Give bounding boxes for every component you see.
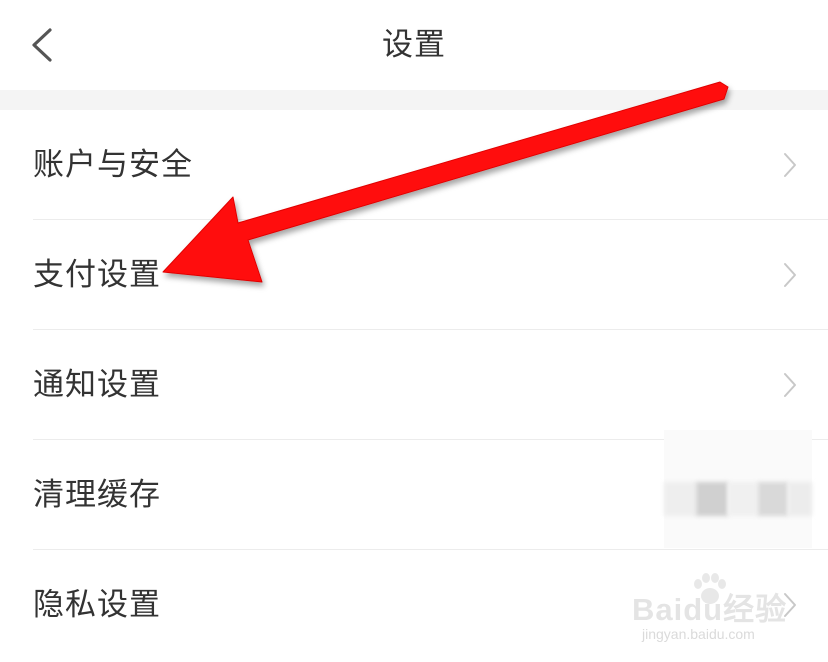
chevron-right-icon: [784, 263, 796, 287]
settings-item-label: 支付设置: [33, 257, 161, 293]
settings-item-label: 账户与安全: [33, 147, 193, 183]
settings-item-label: 通知设置: [33, 367, 161, 403]
chevron-right-icon: [784, 153, 796, 177]
mosaic-block: [664, 482, 696, 516]
cache-size-obscured: [664, 430, 812, 548]
mosaic-block: [696, 482, 728, 516]
settings-item-account-security[interactable]: 账户与安全: [0, 110, 828, 220]
settings-item-label: 隐私设置: [33, 587, 161, 623]
mosaic-block: [788, 482, 812, 516]
page-title: 设置: [382, 27, 446, 63]
section-gap: [0, 90, 828, 110]
mosaic-block: [758, 482, 788, 516]
watermark-url: jingyan.baidu.com: [642, 626, 755, 642]
settings-item-label: 清理缓存: [33, 477, 161, 513]
watermark-brand: Baidu经验: [632, 592, 788, 627]
mosaic-block: [728, 482, 758, 516]
settings-item-notifications[interactable]: 通知设置: [0, 330, 828, 440]
settings-item-payment[interactable]: 支付设置: [0, 220, 828, 330]
baidu-watermark: Baidu经验 jingyan.baidu.com: [630, 572, 820, 652]
nav-bar: 设置: [0, 0, 828, 90]
chevron-right-icon: [784, 373, 796, 397]
